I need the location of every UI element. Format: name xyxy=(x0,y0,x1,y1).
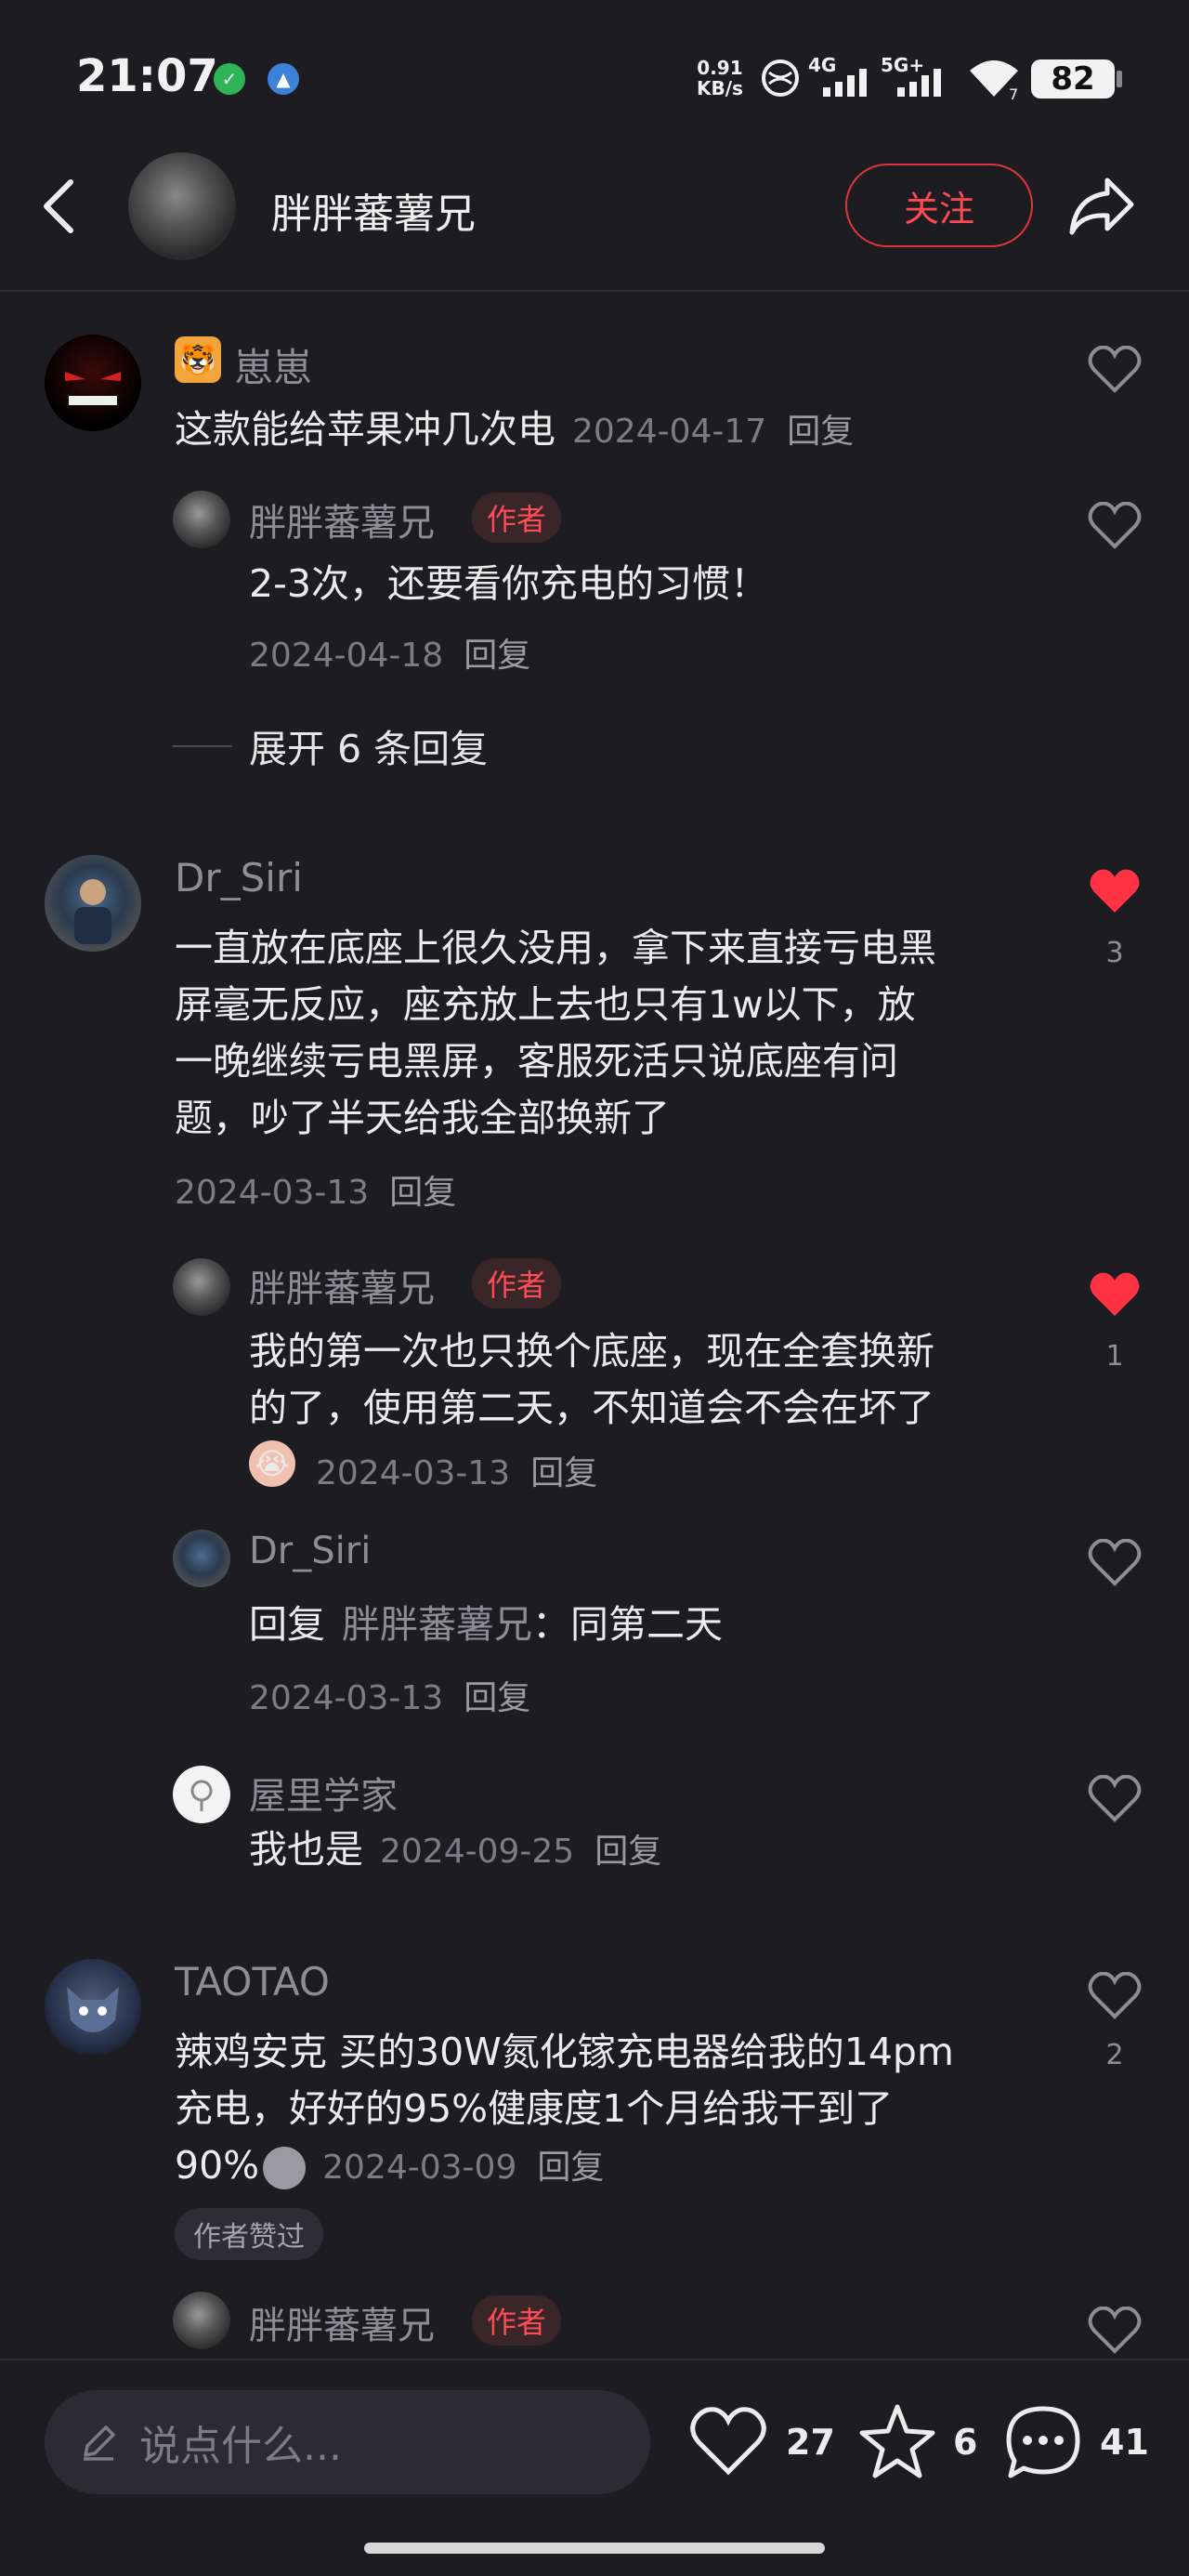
liked-heart-icon[interactable] xyxy=(1087,868,1143,920)
comment-text: 这款能给苹果冲几次电 2024-04-17 回复 xyxy=(175,407,855,452)
reply-button[interactable]: 回复 xyxy=(464,1679,530,1717)
reply-username[interactable]: 胖胖蕃薯兄 xyxy=(249,1258,435,1312)
comment-date: 2024-03-13 xyxy=(175,1174,370,1212)
reply-button[interactable]: 回复 xyxy=(787,413,854,451)
reply-meta: 2024-03-13 回复 xyxy=(249,1671,530,1719)
reply-button[interactable]: 回复 xyxy=(537,2149,604,2187)
reply-text: 我的第一次也只换个底座，现在全套换新 的了，使用第二天，不知道会不会在坏了 xyxy=(249,1329,934,1430)
nfc-icon xyxy=(760,58,801,102)
battery-icon: 82 xyxy=(1031,59,1115,99)
like-post-icon[interactable] xyxy=(689,2407,767,2481)
liked-heart-icon[interactable] xyxy=(1087,1271,1143,1323)
tiger-emoji-icon: 🐯 xyxy=(175,336,221,383)
like-count: 3 xyxy=(1105,937,1124,969)
header-divider xyxy=(0,290,1189,292)
like-count: 1 xyxy=(1105,1340,1124,1373)
comment-avatar[interactable] xyxy=(45,1959,141,2056)
like-count: 2 xyxy=(1105,2039,1124,2071)
comment-input-placeholder: 说点什么... xyxy=(139,2423,342,2470)
reply-button[interactable]: 回复 xyxy=(594,1833,661,1871)
like-icon[interactable] xyxy=(1087,2306,1143,2359)
crying-emoji-icon: 😭 xyxy=(249,1440,295,1487)
signal-icon-1 xyxy=(817,69,879,100)
reply-text: 我也是 2024-09-25 回复 xyxy=(249,1827,662,1872)
reply-username[interactable]: Dr_Siri xyxy=(249,1530,371,1572)
net-speed: 0.91 KB/s xyxy=(697,57,743,99)
reply-avatar[interactable] xyxy=(173,1258,230,1316)
status-time: 21:07 xyxy=(76,50,218,102)
like-icon[interactable] xyxy=(1087,1774,1143,1827)
reply-button[interactable]: 回复 xyxy=(464,637,530,675)
author-badge: 作者 xyxy=(472,2295,562,2346)
reply-date: 2024-04-18 xyxy=(249,637,444,675)
comment-username[interactable]: 崽崽 xyxy=(234,336,312,393)
reply-meta: 2024-03-13 回复 xyxy=(316,1446,597,1494)
home-indicator[interactable] xyxy=(364,2543,825,2554)
reply-button[interactable]: 回复 xyxy=(530,1454,597,1492)
share-icon[interactable] xyxy=(1066,175,1137,242)
expand-replies-button[interactable]: 展开 6 条回复 xyxy=(249,717,488,773)
reply-date: 2024-09-25 xyxy=(380,1833,575,1871)
author-badge: 作者 xyxy=(472,493,562,543)
author-name[interactable]: 胖胖蕃薯兄 xyxy=(271,180,476,240)
expand-divider xyxy=(173,745,232,747)
reply-avatar[interactable] xyxy=(173,1530,230,1587)
comment-avatar[interactable] xyxy=(45,335,141,431)
reply-to-username[interactable]: 胖胖蕃薯兄 xyxy=(342,1602,532,1647)
comment-input[interactable]: 说点什么... xyxy=(45,2390,650,2494)
reply-date: 2024-03-13 xyxy=(316,1454,511,1492)
reply-date: 2024-03-13 xyxy=(249,1679,444,1717)
favorite-star-icon[interactable] xyxy=(856,2401,938,2485)
like-icon[interactable] xyxy=(1087,1971,1143,2024)
bottom-divider xyxy=(0,2359,1189,2360)
comment-username[interactable]: Dr_Siri xyxy=(175,855,303,900)
comment-bubble-icon[interactable] xyxy=(1003,2403,1083,2485)
like-post-count: 27 xyxy=(786,2422,835,2463)
favorite-count: 6 xyxy=(953,2422,978,2463)
wifi-level: 7 xyxy=(1009,85,1019,103)
sweat-emoji-icon xyxy=(263,2147,307,2189)
reply-button[interactable]: 回复 xyxy=(389,1174,456,1212)
author-avatar[interactable] xyxy=(128,152,236,260)
comment-date: 2024-03-09 xyxy=(322,2149,517,2187)
like-icon[interactable] xyxy=(1087,1538,1143,1591)
author-liked-badge: 作者赞过 xyxy=(175,2208,323,2260)
reply-username[interactable]: 胖胖蕃薯兄 xyxy=(249,2295,435,2349)
comment-username[interactable]: TAOTAO xyxy=(175,1959,330,2004)
comment-date: 2024-04-17 xyxy=(572,413,767,451)
reply-username[interactable]: 屋里学家 xyxy=(249,1766,398,1820)
reply-avatar[interactable] xyxy=(173,2292,230,2349)
like-icon[interactable] xyxy=(1087,345,1143,398)
signal-icon-2 xyxy=(892,69,953,100)
reply-text: 回复 胖胖蕃薯兄：同第二天 xyxy=(249,1602,723,1647)
follow-button[interactable]: 关注 xyxy=(845,164,1033,247)
reply-avatar[interactable] xyxy=(173,491,230,548)
navigation-icon: ▲ xyxy=(268,63,299,95)
battery-level: 82 xyxy=(1051,60,1095,98)
comment-text: 辣鸡安克 买的30W氮化镓充电器给我的14pm 充电，好好的95%健康度1个月给… xyxy=(175,2030,954,2189)
comment-avatar[interactable] xyxy=(45,855,141,952)
like-icon[interactable] xyxy=(1087,501,1143,554)
reply-text: 2-3次，还要看你充电的习惯！ xyxy=(249,561,768,606)
comment-meta: 2024-03-13 回复 xyxy=(175,1165,456,1214)
comment-text: 一直放在底座上很久没用，拿下来直接亏电黑 屏毫无反应，座充放上去也只有1w以下，… xyxy=(175,926,936,1140)
back-button[interactable] xyxy=(37,177,78,240)
battery-tip xyxy=(1117,71,1122,87)
shield-icon: ✓ xyxy=(214,63,245,95)
reply-avatar[interactable] xyxy=(173,1766,230,1823)
author-badge: 作者 xyxy=(472,1258,562,1308)
pencil-icon xyxy=(84,2425,115,2461)
comment-count: 41 xyxy=(1100,2422,1149,2463)
reply-username[interactable]: 胖胖蕃薯兄 xyxy=(249,493,435,546)
reply-meta: 2024-04-18 回复 xyxy=(249,628,530,677)
